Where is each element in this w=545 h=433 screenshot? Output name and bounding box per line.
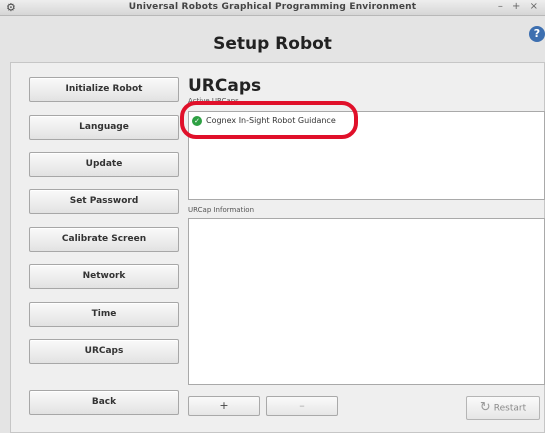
header: Setup Robot ? xyxy=(0,17,545,59)
title-bar: ⚙ Universal Robots Graphical Programming… xyxy=(0,0,545,16)
sidebar-item-update[interactable]: Update xyxy=(29,152,179,177)
window-title: Universal Robots Graphical Programming E… xyxy=(128,2,417,12)
sidebar-item-urcaps[interactable]: URCaps xyxy=(29,339,179,364)
restart-icon: ↻ xyxy=(479,400,491,415)
page-title: Setup Robot xyxy=(213,34,332,54)
help-icon[interactable]: ? xyxy=(529,26,545,42)
sidebar-item-initialize-robot[interactable]: Initialize Robot xyxy=(29,77,179,102)
highlight-annotation xyxy=(180,101,358,139)
urcap-information-label: URCap Information xyxy=(188,206,255,214)
sidebar-item-set-password[interactable]: Set Password xyxy=(29,189,179,214)
sidebar-item-network[interactable]: Network xyxy=(29,264,179,289)
sidebar-item-calibrate-screen[interactable]: Calibrate Screen xyxy=(29,227,179,252)
urcap-information-panel xyxy=(188,218,545,385)
restart-button[interactable]: ↻ Restart xyxy=(466,396,540,420)
window-controls[interactable]: – + × xyxy=(498,1,541,12)
add-icon: + xyxy=(219,399,229,412)
application-window: ⚙ Universal Robots Graphical Programming… xyxy=(0,0,545,433)
restart-label: Restart xyxy=(493,403,527,414)
remove-urcap-button[interactable]: – xyxy=(266,396,338,416)
add-urcap-button[interactable]: + xyxy=(188,396,260,416)
sidebar-item-language[interactable]: Language xyxy=(29,115,179,140)
section-title: URCaps xyxy=(188,76,262,96)
sidebar-item-time[interactable]: Time xyxy=(29,302,179,327)
back-button[interactable]: Back xyxy=(29,390,179,415)
remove-icon: – xyxy=(299,399,305,412)
